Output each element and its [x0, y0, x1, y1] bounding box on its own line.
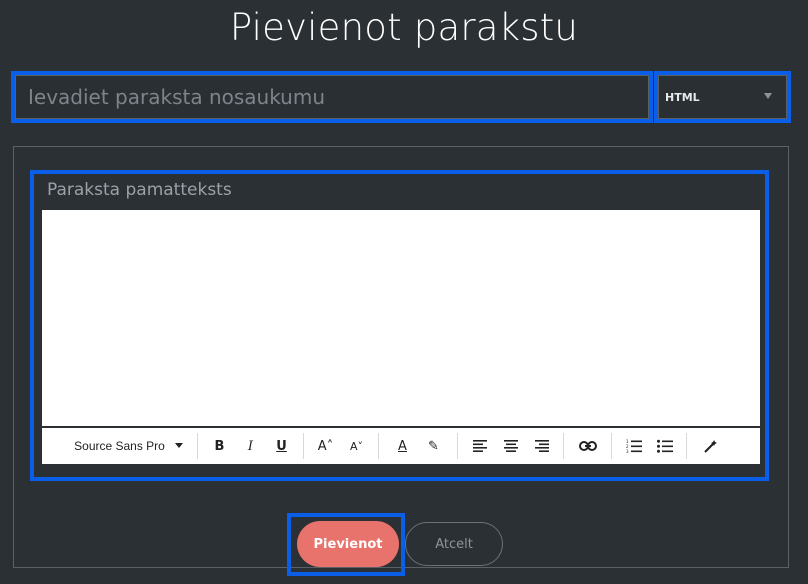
format-select-wrapper: HTML	[654, 71, 791, 123]
caret-down-icon	[175, 443, 183, 448]
signature-name-field-wrapper	[11, 71, 653, 123]
magic-wand-icon	[703, 440, 717, 453]
cancel-button[interactable]: Atcelt	[405, 522, 503, 566]
align-right-button[interactable]	[526, 433, 557, 459]
editor-toolbar: Source Sans Pro B I U A˄ A˅ A ✎ 123	[42, 427, 760, 464]
link-icon	[578, 441, 597, 451]
italic-button[interactable]: I	[235, 433, 266, 459]
format-select[interactable]: HTML	[658, 75, 787, 119]
clear-format-button[interactable]	[695, 433, 726, 459]
align-center-icon	[503, 440, 518, 452]
font-family-value: Source Sans Pro	[74, 439, 165, 453]
toolbar-group-align	[458, 433, 564, 459]
modal-title: Pievienot parakstu	[229, 6, 579, 49]
align-left-button[interactable]	[464, 433, 495, 459]
underline-button[interactable]: U	[266, 433, 297, 459]
chevron-down-icon	[764, 93, 772, 99]
toolbar-group-font: Source Sans Pro	[42, 433, 198, 459]
toolbar-group-style: B I U	[198, 433, 304, 459]
toolbar-group-size: A˄ A˅	[304, 433, 379, 459]
bold-button[interactable]: B	[204, 433, 235, 459]
text-color-button[interactable]: A	[387, 433, 418, 459]
font-size-decrease-button[interactable]: A˅	[341, 433, 372, 459]
ordered-list-button[interactable]: 123	[618, 433, 649, 459]
font-size-increase-button[interactable]: A˄	[310, 433, 341, 459]
align-right-icon	[534, 440, 549, 452]
toolbar-group-lists: 123	[612, 433, 687, 459]
toolbar-group-misc	[687, 433, 734, 459]
font-family-select[interactable]: Source Sans Pro	[42, 433, 197, 459]
add-signature-button[interactable]: Pievienot	[297, 521, 399, 567]
toolbar-group-color: A ✎	[379, 433, 458, 459]
unordered-list-button[interactable]	[649, 433, 680, 459]
align-center-button[interactable]	[495, 433, 526, 459]
format-select-value: HTML	[665, 90, 700, 104]
align-left-icon	[472, 440, 487, 452]
signature-name-input[interactable]	[15, 75, 649, 119]
svg-text:3: 3	[626, 449, 629, 453]
highlight-button[interactable]: ✎	[418, 433, 449, 459]
ordered-list-icon: 123	[626, 439, 642, 453]
unordered-list-icon	[656, 439, 673, 453]
signature-body-editor[interactable]	[42, 210, 760, 426]
editor-label: Paraksta pamatteksts	[47, 180, 232, 200]
link-button[interactable]	[572, 433, 603, 459]
toolbar-group-link	[564, 433, 612, 459]
